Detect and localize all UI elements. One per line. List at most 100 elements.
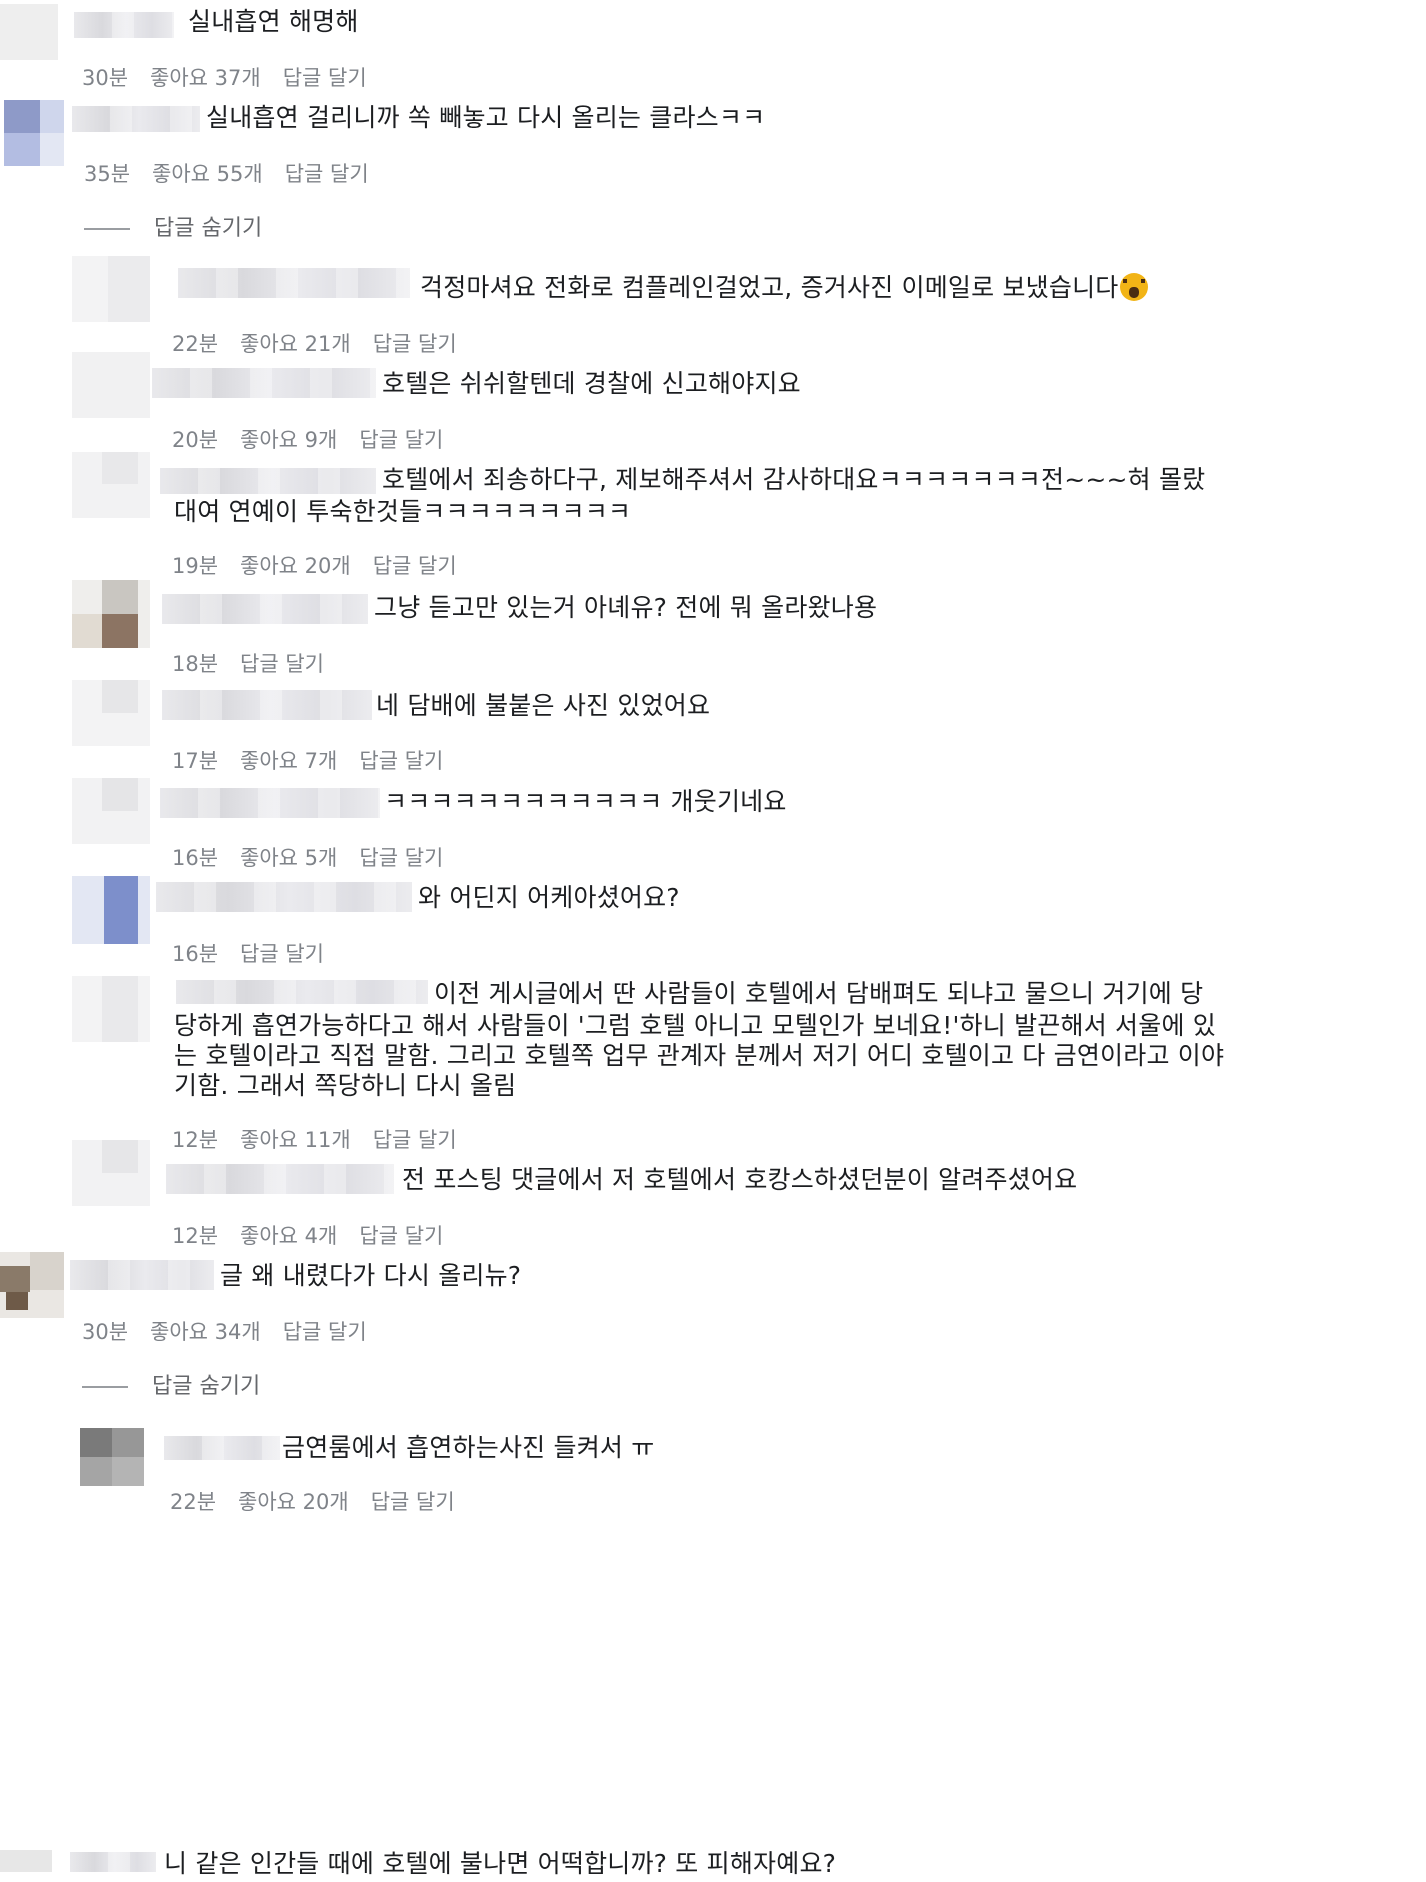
comment-meta: 30분 좋아요 37개 답글 달기: [82, 62, 389, 92]
commenter-name[interactable]: [156, 882, 412, 912]
hide-replies-button[interactable]: 답글 숨기기: [82, 1368, 260, 1400]
comment-text: 실내흡연 해명해: [188, 7, 359, 36]
comment-meta: 16분 좋아요 5개 답글 달기: [172, 842, 465, 872]
reply-button[interactable]: 답글 달기: [283, 1320, 367, 1344]
like-button[interactable]: 좋아요 21개: [240, 332, 351, 356]
avatar[interactable]: [72, 778, 150, 844]
face-screaming-icon: [1120, 273, 1149, 301]
comment-time: 16분: [172, 846, 219, 870]
commenter-name[interactable]: [70, 1260, 214, 1290]
comment-text: 와 어딘지 어케아셨어요?: [418, 883, 680, 912]
comment-meta: 17분 좋아요 7개 답글 달기: [172, 745, 465, 775]
commenter-name[interactable]: [74, 12, 174, 38]
avatar[interactable]: [72, 580, 150, 648]
comment-text: 걱정마셔요 전화로 컴플레인걸었고, 증거사진 이메일로 보냈습니다: [420, 270, 1149, 306]
reply-button[interactable]: 답글 달기: [359, 749, 443, 773]
reply-button[interactable]: 답글 달기: [371, 1490, 455, 1514]
comment-time: 19분: [172, 554, 219, 578]
reply-button[interactable]: 답글 달기: [359, 846, 443, 870]
avatar[interactable]: [0, 4, 58, 60]
comment-text-continued: 대여 연예이 투숙한것들ㅋㅋㅋㅋㅋㅋㅋㅋㅋ: [174, 497, 632, 526]
divider: [82, 1386, 128, 1388]
reply-button[interactable]: 답글 달기: [240, 942, 324, 966]
comment-text: 글 왜 내렸다가 다시 올리뉴?: [220, 1261, 522, 1290]
comment-text: 이전 게시글에서 딴 사람들이 호텔에서 담배펴도 되냐고 물으니 거기에 당: [434, 979, 1204, 1008]
reply-button[interactable]: 답글 달기: [373, 332, 457, 356]
comment-time: 12분: [172, 1128, 219, 1152]
comment-time: 30분: [82, 66, 129, 90]
comment-meta: 22분 좋아요 21개 답글 달기: [172, 328, 479, 358]
avatar[interactable]: [4, 100, 64, 166]
reply-button[interactable]: 답글 달기: [283, 66, 367, 90]
comment-meta: 30분 좋아요 34개 답글 달기: [82, 1316, 389, 1346]
comment-time: 35분: [84, 162, 131, 186]
avatar[interactable]: [0, 1252, 64, 1318]
comment-meta: 16분 답글 달기: [172, 938, 346, 968]
comment-text: 금연룸에서 흡연하는사진 들켜서 ㅠ: [282, 1433, 655, 1462]
comment-text: 니 같은 인간들 때에 호텔에 불나면 어떡합니까? 또 피해자예요?: [164, 1849, 837, 1878]
comment-text: 그냥 듣고만 있는거 아녜유? 전에 뭐 올라왔나용: [374, 593, 878, 622]
comment-meta: 20분 좋아요 9개 답글 달기: [172, 424, 465, 454]
avatar[interactable]: [72, 256, 150, 322]
comment-time: 20분: [172, 428, 219, 452]
like-button[interactable]: 좋아요 9개: [240, 428, 337, 452]
divider: [84, 228, 130, 230]
comment-time: 12분: [172, 1224, 219, 1248]
comment-meta: 12분 좋아요 11개 답글 달기: [172, 1124, 479, 1154]
avatar[interactable]: [72, 1140, 150, 1206]
commenter-name[interactable]: [178, 268, 410, 298]
comment-time: 22분: [172, 332, 219, 356]
comment-time: 30분: [82, 1320, 129, 1344]
avatar[interactable]: [72, 680, 150, 746]
like-button[interactable]: 좋아요 55개: [152, 162, 263, 186]
like-button[interactable]: 좋아요 5개: [240, 846, 337, 870]
commenter-name[interactable]: [176, 980, 428, 1004]
comment-time: 22분: [170, 1490, 217, 1514]
comment-time: 16분: [172, 942, 219, 966]
reply-button[interactable]: 답글 달기: [359, 428, 443, 452]
commenter-name[interactable]: [166, 1164, 394, 1194]
avatar[interactable]: [72, 452, 150, 518]
reply-button[interactable]: 답글 달기: [373, 554, 457, 578]
comment-text-continued: 기함. 그래서 쪽당하니 다시 올림: [174, 1071, 517, 1100]
comment-time: 17분: [172, 749, 219, 773]
avatar[interactable]: [80, 1428, 144, 1486]
commenter-name[interactable]: [162, 594, 368, 624]
comment-text: 실내흡연 걸리니까 쏙 빼놓고 다시 올리는 클라스ㅋㅋ: [206, 103, 766, 132]
comment-text: 호텔에서 죄송하다구, 제보해주셔서 감사하대요ㅋㅋㅋㅋㅋㅋㅋ전~~~혀 몰랐: [382, 465, 1206, 494]
like-button[interactable]: 좋아요 37개: [150, 66, 261, 90]
reply-button[interactable]: 답글 달기: [285, 162, 369, 186]
like-button[interactable]: 좋아요 20개: [238, 1490, 349, 1514]
reply-button[interactable]: 답글 달기: [240, 652, 324, 676]
comment-meta: 22분 좋아요 20개 답글 달기: [170, 1486, 477, 1516]
like-button[interactable]: 좋아요 4개: [240, 1224, 337, 1248]
reply-button[interactable]: 답글 달기: [373, 1128, 457, 1152]
comment-text: 전 포스팅 댓글에서 저 호텔에서 호캉스하셨던분이 알려주셨어요: [402, 1165, 1078, 1194]
comment-text: ㅋㅋㅋㅋㅋㅋㅋㅋㅋㅋㅋㅋ 개웃기네요: [384, 787, 787, 816]
commenter-name[interactable]: [160, 788, 380, 818]
comment-text: 호텔은 쉬쉬할텐데 경찰에 신고해야지요: [382, 369, 801, 398]
like-button[interactable]: 좋아요 34개: [150, 1320, 261, 1344]
commenter-name[interactable]: [164, 1436, 280, 1460]
avatar[interactable]: [72, 976, 150, 1042]
comment: 실내흡연 해명해 30분 좋아요 37개 답글 달기: [0, 0, 1426, 95]
commenter-name[interactable]: [162, 690, 372, 720]
comment-text: 네 담배에 불붙은 사진 있었어요: [376, 691, 711, 720]
reply-button[interactable]: 답글 달기: [359, 1224, 443, 1248]
comment-meta: 35분 좋아요 55개 답글 달기: [84, 158, 391, 188]
like-button[interactable]: 좋아요 7개: [240, 749, 337, 773]
comment-meta: 19분 좋아요 20개 답글 달기: [172, 550, 479, 580]
comment-time: 18분: [172, 652, 219, 676]
avatar[interactable]: [0, 1850, 52, 1872]
like-button[interactable]: 좋아요 11개: [240, 1128, 351, 1152]
avatar[interactable]: [72, 352, 150, 418]
like-button[interactable]: 좋아요 20개: [240, 554, 351, 578]
commenter-name[interactable]: [160, 468, 376, 494]
comment-meta: 18분 답글 달기: [172, 648, 346, 678]
commenter-name[interactable]: [152, 368, 376, 398]
commenter-name[interactable]: [72, 106, 200, 132]
avatar[interactable]: [72, 876, 150, 944]
hide-replies-button[interactable]: 답글 숨기기: [84, 210, 262, 242]
commenter-name[interactable]: [70, 1852, 156, 1872]
comment-meta: 12분 좋아요 4개 답글 달기: [172, 1220, 465, 1250]
